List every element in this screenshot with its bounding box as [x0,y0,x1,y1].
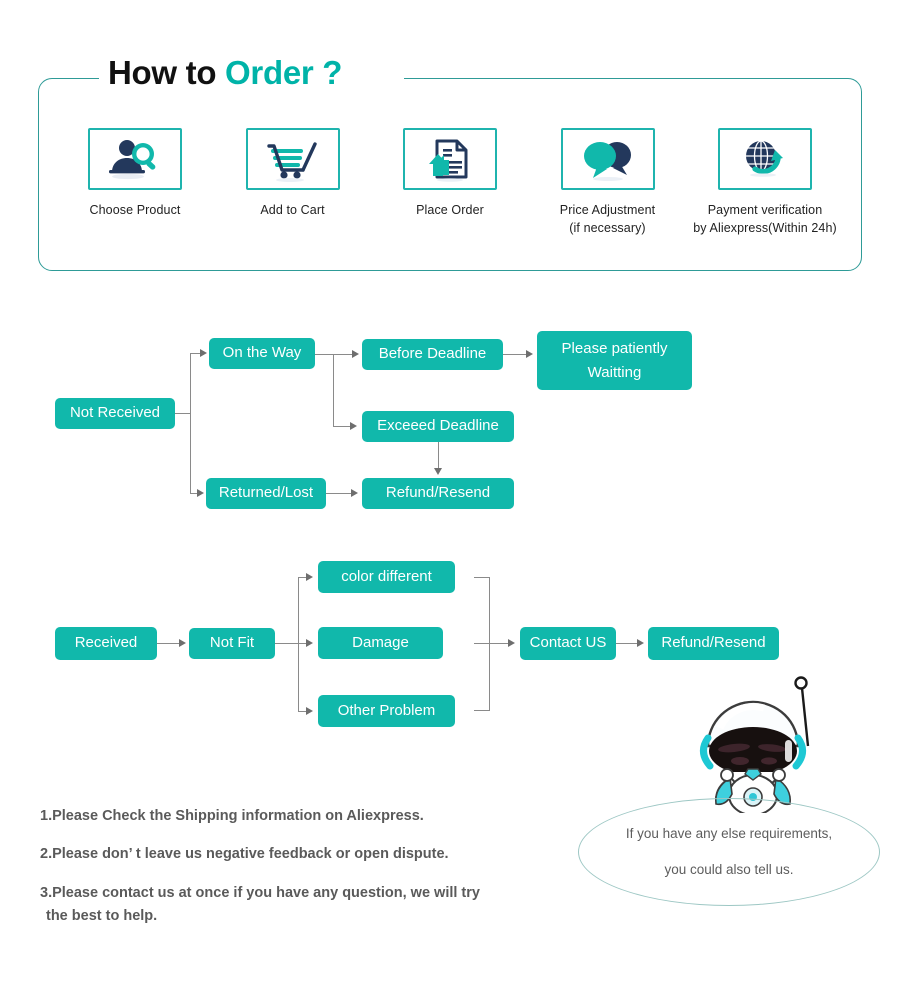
page-title-part1: How to [108,54,226,91]
arrow-to-before-deadline [352,350,359,358]
shopping-cart-icon [266,142,317,182]
step-label: Price Adjustment (if necessary) [533,201,683,237]
connector-before-deadline-to-waiting [503,354,527,356]
arrow-to-refund-resend-2 [351,489,358,497]
node-exceeed-deadline[interactable]: Exceeed Deadline [362,411,514,442]
node-returned-lost[interactable]: Returned/Lost [206,478,326,509]
step-label-main: Add to Cart [260,203,325,217]
order-step-add-to-cart: Add to Cart [218,128,368,237]
order-step-payment-verification: Payment verification by Aliexpress(Withi… [690,128,840,237]
connector-contact-us-to-refund [616,643,639,645]
arrow-to-on-the-way [200,349,207,357]
node-refund-resend-3[interactable]: Refund/Resend [648,627,779,660]
speech-bubbles-icon [583,142,631,181]
step-label-sub: by Aliexpress(Within 24h) [693,221,837,236]
connector-merge-to-contact-us [474,643,510,645]
step-icon-frame [88,128,182,190]
step-label-sub: (if necessary) [569,221,646,236]
order-step-choose-product: Choose Product [60,128,210,237]
note-line-1: 1.Please Check the Shipping information … [40,808,424,824]
step-label: Choose Product [60,201,210,219]
order-step-price-adjustment: Price Adjustment (if necessary) [533,128,683,237]
astronaut-icon [700,676,810,816]
step-icon-frame [403,128,497,190]
note-line-3: 3.Please contact us at once if you have … [40,885,600,926]
document-upload-icon [429,139,468,182]
node-refund-resend-1[interactable]: Refund/Resend [362,478,514,509]
arrow-to-exceeed-deadline [350,422,357,430]
astronaut-mascot [690,668,840,816]
arrow-to-refund-resend-1 [434,468,442,475]
connector-exceeed-to-refund [438,442,440,470]
arrow-to-waiting [526,350,533,358]
connector-merge-top [474,577,490,579]
arrow-to-refund-resend-3 [637,639,644,647]
arrow-to-other-problem [306,707,313,715]
connector-merge-bottom [474,710,490,712]
globe-refresh-icon [746,140,783,177]
node-before-deadline[interactable]: Before Deadline [362,339,503,370]
node-color-different[interactable]: color different [318,561,455,593]
node-not-received[interactable]: Not Received [55,398,175,429]
page-title-part2: Order ? [225,54,343,91]
arrow-to-not-fit [179,639,186,647]
note-line-3-continuation: the best to help. [46,908,158,925]
speech-bubble-oval: If you have any else requirements, you c… [578,798,880,906]
connector-not-received-stub [175,413,191,415]
step-label-main: Choose Product [89,203,181,217]
speech-line-2: you could also tell us. [664,861,794,877]
arrow-to-damage [306,639,313,647]
speech-line-1: If you have any else requirements, [625,826,833,842]
bottom-notes: 1.Please Check the Shipping information … [40,808,600,926]
connector-received-to-not-fit [157,643,180,645]
arrow-to-color-different [306,573,313,581]
connector-branch-to-exceeed [333,354,335,427]
arrow-to-contact-us [508,639,515,647]
node-other-problem[interactable]: Other Problem [318,695,455,727]
node-received[interactable]: Received [55,627,157,660]
step-icon-frame [560,128,655,190]
note-line-2: 2.Please don’ t leave us negative feedba… [40,846,449,863]
step-label-main: Price Adjustment [559,203,656,217]
node-contact-us[interactable]: Contact US [520,627,616,660]
step-label: Place Order [375,201,525,219]
person-search-icon [109,140,156,180]
connector-returned-lost-to-refund [326,493,352,495]
arrow-to-returned-lost [197,489,204,497]
step-label: Payment verification by Aliexpress(Withi… [690,201,840,237]
order-step-place-order: Place Order [375,128,525,237]
connector-not-received-bracket [190,353,192,493]
step-icon-frame [718,128,812,190]
node-not-fit[interactable]: Not Fit [189,628,275,659]
step-label-main: Payment verification [707,203,823,217]
step-label-main: Place Order [416,203,484,217]
connector-not-fit-stub [275,643,299,645]
order-steps-row: Choose Product Add to Cart Place Order P… [38,128,862,237]
note-line-3-main: 3.Please contact us at once if you have … [40,884,480,901]
page-title: How to Order ? [100,54,351,92]
node-please-patiently-waitting[interactable]: Please patiently Waitting [537,331,692,390]
step-label: Add to Cart [218,201,368,219]
step-icon-frame [245,128,340,190]
connector-to-exceeed-deadline [333,426,351,428]
node-damage[interactable]: Damage [318,627,443,659]
node-on-the-way[interactable]: On the Way [209,338,315,369]
